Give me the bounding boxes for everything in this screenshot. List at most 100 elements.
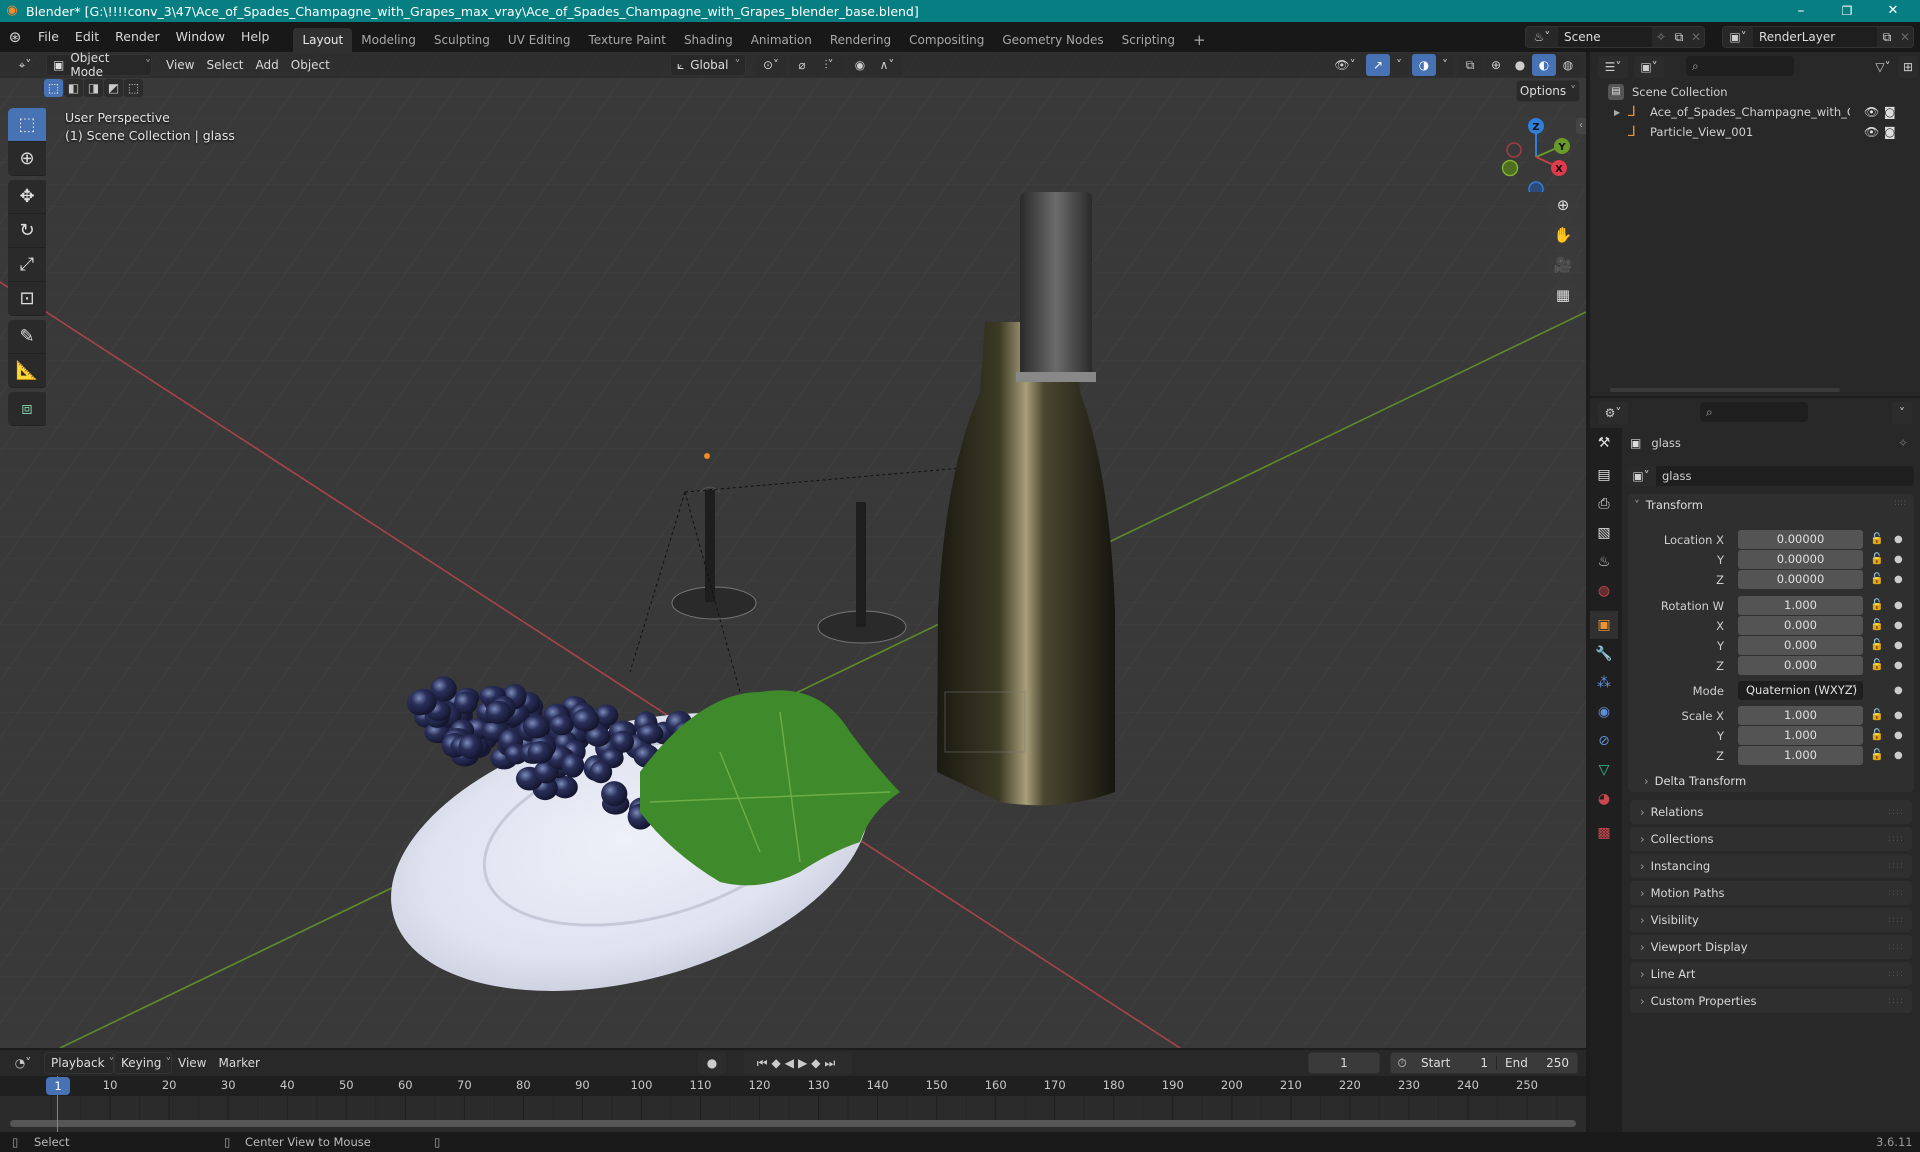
rotation-x-field[interactable]: 0.000 <box>1738 616 1863 635</box>
properties-options-icon[interactable]: ˅ <box>1892 402 1912 424</box>
panel-line-art[interactable]: › Line Art:::: <box>1630 962 1912 986</box>
panel-visibility[interactable]: › Visibility:::: <box>1630 908 1912 932</box>
tab-compositing[interactable]: Compositing <box>900 28 993 52</box>
tab-geometry-nodes[interactable]: Geometry Nodes <box>993 28 1112 52</box>
drag-handle-icon[interactable]: :::: <box>1888 935 1904 959</box>
drag-handle-icon[interactable]: :::: <box>1888 800 1904 824</box>
select-intersect-icon[interactable]: ⬚ <box>124 79 143 97</box>
keyframe-dot-icon[interactable]: ● <box>1894 706 1903 726</box>
keying-dropdown[interactable]: Keying ˅ <box>114 1052 172 1074</box>
output-tab-icon[interactable]: ⎙ <box>1590 490 1618 518</box>
eye-icon[interactable]: 👁 <box>1864 105 1879 119</box>
rotation-y-field[interactable]: 0.000 <box>1738 636 1863 655</box>
tool-tab-icon[interactable]: ⚒ <box>1590 429 1618 457</box>
pivot-point-icon[interactable]: ⊙˅ <box>756 54 786 76</box>
menu-render[interactable]: Render <box>107 22 168 52</box>
tab-shading[interactable]: Shading <box>675 28 742 52</box>
lock-icon[interactable]: 🔓 <box>1870 638 1884 651</box>
pin-icon[interactable]: ✧ <box>1652 30 1670 44</box>
delete-scene-icon[interactable]: ✕ <box>1688 30 1704 44</box>
frame-ruler[interactable]: 10 20 30 40 50 60 70 80 90 100 110 120 130 140 150 160 1… <box>0 1076 1586 1096</box>
transform-tool-icon[interactable]: ⊡ <box>8 282 46 316</box>
location-x-field[interactable]: 0.00000 <box>1738 530 1863 549</box>
scale-y-field[interactable]: 1.000 <box>1738 726 1863 745</box>
lock-icon[interactable]: 🔓 <box>1870 572 1884 585</box>
timeline-editor-type-icon[interactable]: ◔˅ <box>8 1052 38 1074</box>
lock-icon[interactable]: 🔓 <box>1870 728 1884 741</box>
location-z-field[interactable]: 0.00000 <box>1738 570 1863 589</box>
cursor-tool-icon[interactable]: ⊕ <box>8 142 46 176</box>
expand-arrow-icon[interactable]: ▶ <box>1614 108 1628 117</box>
eye-icon[interactable]: 👁 <box>1864 125 1879 139</box>
material-preview-shading-icon[interactable]: ◐ <box>1532 54 1556 76</box>
new-scene-icon[interactable]: ⧉ <box>1670 30 1688 45</box>
scale-tool-icon[interactable]: ⤢ <box>8 248 46 282</box>
keyframe-dot-icon[interactable]: ● <box>1894 636 1903 656</box>
add-workspace-button[interactable]: + <box>1184 28 1215 52</box>
menu-view[interactable]: View <box>160 54 200 76</box>
3d-viewport[interactable]: ⌖˅ ▣ Object Mode ˅ View Select Add Objec… <box>0 52 1586 1048</box>
keyframe-dot-icon[interactable]: ● <box>1894 570 1903 590</box>
delete-view-layer-icon[interactable]: ✕ <box>1897 30 1913 44</box>
rendered-shading-icon[interactable]: ◍ <box>1556 54 1580 76</box>
scene-collection-row[interactable]: ▤ Scene Collection <box>1608 82 1728 102</box>
select-extend-icon[interactable]: ◧ <box>64 79 83 97</box>
rotation-mode-dropdown[interactable]: Quaternion (WXYZ) ˅ <box>1738 681 1863 700</box>
menu-window[interactable]: Window <box>168 22 233 52</box>
start-frame-field[interactable]: Start 1 <box>1413 1056 1497 1070</box>
drag-handle-icon[interactable]: :::: <box>1888 989 1904 1013</box>
select-subtract-icon[interactable]: ◨ <box>84 79 103 97</box>
outliner-scrollbar[interactable] <box>1610 388 1840 392</box>
panel-viewport-display[interactable]: › Viewport Display:::: <box>1630 935 1912 959</box>
material-tab-icon[interactable]: ◕ <box>1590 785 1618 813</box>
scene-name[interactable]: Scene <box>1558 27 1652 47</box>
panel-motion-paths[interactable]: › Motion Paths:::: <box>1630 881 1912 905</box>
lock-icon[interactable]: 🔓 <box>1870 618 1884 631</box>
outliner-search-input[interactable]: ⌕ <box>1686 56 1794 76</box>
timeline-scrollbar[interactable] <box>10 1120 1576 1127</box>
rotation-w-field[interactable]: 1.000 <box>1738 596 1863 615</box>
menu-help[interactable]: Help <box>233 22 278 52</box>
drag-handle-icon[interactable]: :::: <box>1888 908 1904 932</box>
pan-hand-icon[interactable]: ✋ <box>1548 220 1578 250</box>
camera-icon[interactable]: ◙ <box>1884 125 1896 139</box>
editor-type-icon[interactable]: ⌖˅ <box>10 54 40 76</box>
wireframe-shading-icon[interactable]: ⊕ <box>1484 54 1508 76</box>
keyframe-dot-icon[interactable]: ● <box>1894 530 1903 550</box>
overlays-dropdown-icon[interactable]: ˅ <box>1436 54 1454 76</box>
playback-dropdown[interactable]: Playback ˅ <box>44 1052 115 1074</box>
sidebar-toggle-icon[interactable]: ‹ <box>1576 118 1586 134</box>
navigation-gizmo[interactable]: Z Y X <box>1496 112 1576 192</box>
outliner-editor-type-icon[interactable]: ☰˅ <box>1598 56 1628 78</box>
options-dropdown[interactable]: Options ˅ <box>1516 80 1580 102</box>
lock-icon[interactable]: 🔓 <box>1870 748 1884 761</box>
zoom-icon[interactable]: ⊕ <box>1548 190 1578 220</box>
end-frame-field[interactable]: End 250 <box>1497 1056 1577 1070</box>
tab-animation[interactable]: Animation <box>742 28 821 52</box>
transform-orientation-dropdown[interactable]: ⟀ Global ˅ <box>670 54 746 76</box>
new-collection-icon[interactable]: ⊞ <box>1898 56 1918 78</box>
location-y-field[interactable]: 0.00000 <box>1738 550 1863 569</box>
mode-selector[interactable]: ▣ Object Mode ˅ <box>46 52 152 79</box>
tab-texture-paint[interactable]: Texture Paint <box>580 28 675 52</box>
move-tool-icon[interactable]: ✥ <box>8 180 46 214</box>
properties-search-input[interactable]: ⌕ <box>1700 402 1808 422</box>
lock-icon[interactable]: 🔓 <box>1870 708 1884 721</box>
tab-rendering[interactable]: Rendering <box>821 28 900 52</box>
minimize-button[interactable]: – <box>1778 0 1824 22</box>
outliner-item[interactable]: ▶ ⅃ Ace_of_Spades_Champagne_with_Grapes … <box>1614 102 1914 122</box>
tab-scripting[interactable]: Scripting <box>1113 28 1184 52</box>
scale-x-field[interactable]: 1.000 <box>1738 706 1863 725</box>
menu-object[interactable]: Object <box>285 54 336 76</box>
keyframe-dot-icon[interactable]: ● <box>1894 616 1903 636</box>
maximize-button[interactable]: ❐ <box>1824 0 1870 22</box>
stopwatch-icon[interactable]: ⏱ <box>1391 1056 1413 1071</box>
keyframe-dot-icon[interactable]: ● <box>1894 550 1903 570</box>
camera-icon[interactable]: ◙ <box>1884 105 1896 119</box>
drag-handle-icon[interactable]: :::: <box>1888 827 1904 851</box>
auto-keying-icon[interactable]: ● <box>698 1052 726 1074</box>
tab-modeling[interactable]: Modeling <box>352 28 425 52</box>
annotate-tool-icon[interactable]: ✎ <box>8 320 46 354</box>
view-layer-selector[interactable]: ▣˅ RenderLayer ⧉ ✕ <box>1722 26 1914 48</box>
xray-icon[interactable]: ⧉ <box>1458 54 1482 76</box>
